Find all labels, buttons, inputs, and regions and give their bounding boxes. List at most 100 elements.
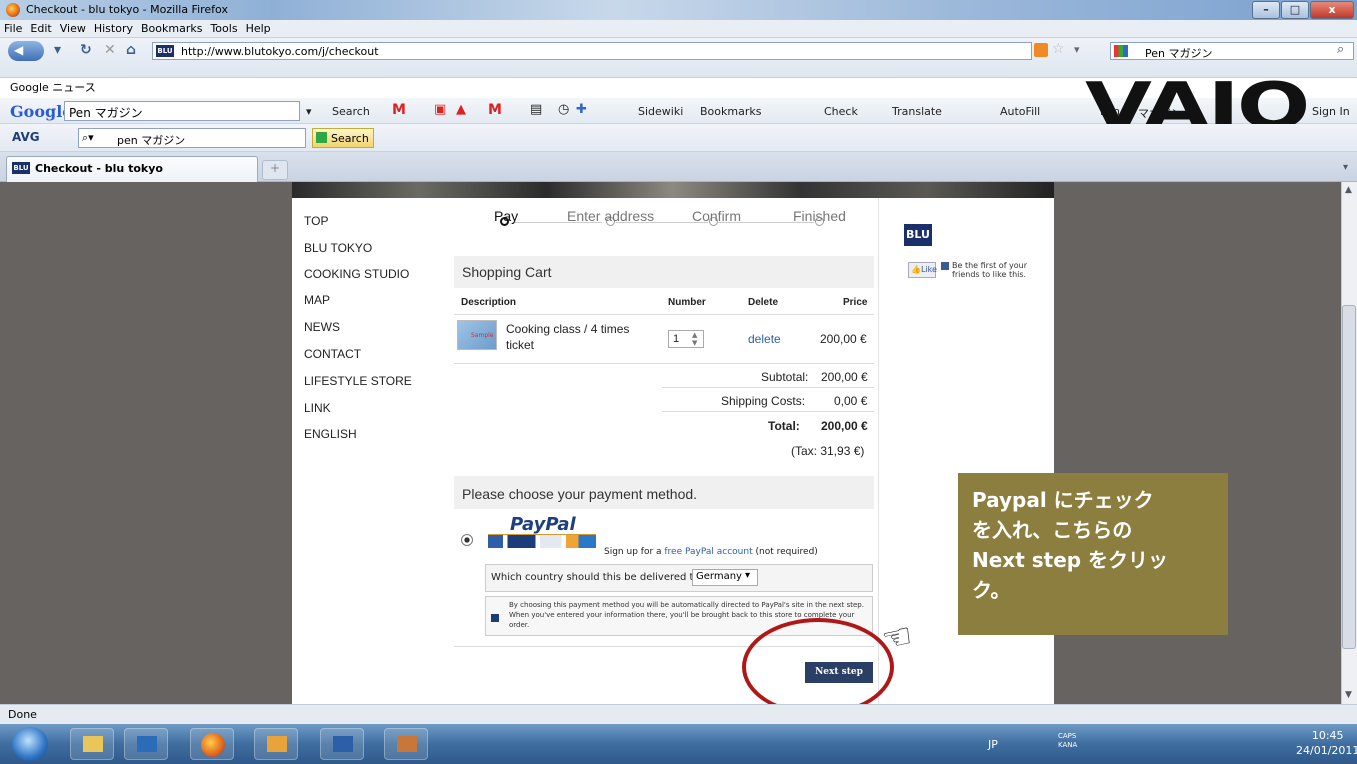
menu-edit[interactable]: Edit <box>26 20 55 35</box>
taskbar-explorer[interactable] <box>70 728 114 760</box>
autofill-button[interactable]: AutoFill <box>1000 105 1040 118</box>
tab-checkout[interactable]: Checkout - blu tokyo <box>6 156 258 182</box>
reload-icon[interactable]: ↻ <box>80 42 92 58</box>
nav-link[interactable]: LINK <box>304 401 331 415</box>
tab-list-icon[interactable]: ▾ <box>1343 162 1348 173</box>
search-input[interactable]: Pen マガジン <box>1110 42 1354 60</box>
firefox-taskbar-icon <box>201 733 225 757</box>
highlight-circle <box>742 618 894 716</box>
total-value: 200,00 € <box>821 419 868 433</box>
nav-english[interactable]: ENGLISH <box>304 427 357 441</box>
paypal-radio[interactable] <box>461 534 473 546</box>
total-label: Total: <box>768 419 800 433</box>
product-name-line2: ticket <box>506 338 535 352</box>
payment-cards-icon <box>488 534 596 548</box>
scrollbar-thumb[interactable] <box>1342 305 1356 649</box>
back-button[interactable]: ◀ <box>8 41 44 61</box>
gmail-icon[interactable]: M <box>392 102 406 118</box>
tray-caps-kana: CAPS KANA <box>1058 732 1078 749</box>
shipping-value: 0,00 € <box>834 394 868 408</box>
search-magnifier-icon[interactable]: ⌕ <box>1337 42 1344 57</box>
translate-button[interactable]: Translate <box>892 105 942 118</box>
thumbs-up-icon: 👍 <box>911 265 921 274</box>
taskbar-word[interactable] <box>320 728 364 760</box>
select-arrow-icon[interactable]: ▾ <box>745 570 750 581</box>
new-tab-button[interactable]: + <box>262 160 288 180</box>
menu-view[interactable]: View <box>56 20 90 35</box>
sidewiki-button[interactable]: Sidewiki <box>638 105 683 118</box>
menu-history[interactable]: History <box>90 20 137 35</box>
clock-icon[interactable]: ◷ <box>558 102 569 117</box>
subtotal-label: Subtotal: <box>761 370 809 384</box>
avg-search-input[interactable]: pen マガジン <box>78 128 306 148</box>
stop-icon[interactable]: ✕ <box>104 42 116 58</box>
rss-icon[interactable] <box>1034 43 1048 57</box>
taskbar-firefox[interactable] <box>190 728 234 760</box>
nav-top[interactable]: TOP <box>304 214 328 228</box>
step-finished: Finished <box>793 208 846 224</box>
search-engine-icon[interactable] <box>1114 45 1128 57</box>
product-name: Cooking class / 4 times <box>506 322 630 336</box>
nav-cooking-studio[interactable]: COOKING STUDIO <box>304 267 409 281</box>
dropdown-history-icon[interactable]: ▾ <box>54 42 61 58</box>
step-confirm: Confirm <box>692 208 742 224</box>
taskbar-media-player[interactable] <box>124 728 168 760</box>
taskbar-outlook[interactable] <box>254 728 298 760</box>
google-search-input[interactable]: Pen マガジン <box>64 101 300 121</box>
site-favicon: BLU <box>156 45 174 57</box>
youtube-icon[interactable]: ▣ <box>434 102 446 117</box>
paint-icon <box>397 736 417 752</box>
nav-lifestyle-store[interactable]: LIFESTYLE STORE <box>304 374 412 388</box>
cart-title: Shopping Cart <box>462 264 552 280</box>
info-icon <box>491 614 499 622</box>
window-title: Checkout - blu tokyo - Mozilla Firefox <box>26 3 228 16</box>
free-paypal-account-link[interactable]: free PayPal account <box>664 547 752 557</box>
sign-in-button[interactable]: Sign In <box>1312 105 1350 118</box>
scroll-down-icon[interactable]: ▼ <box>1345 690 1352 700</box>
stepper-arrows-icon[interactable]: ▲ ▼ <box>692 331 697 347</box>
calendar-icon[interactable]: ▤ <box>530 102 542 117</box>
close-button[interactable]: x <box>1310 1 1354 19</box>
quantity-stepper[interactable]: 1 <box>668 330 704 348</box>
nav-blu-tokyo[interactable]: BLU TOKYO <box>304 241 372 255</box>
start-button[interactable] <box>12 727 48 761</box>
avg-magnifier-icon[interactable]: ⌕▾ <box>82 131 94 145</box>
bookmark-dropdown-icon[interactable]: ▾ <box>1074 43 1080 56</box>
divider <box>454 363 874 364</box>
window-titlebar: Checkout - blu tokyo - Mozilla Firefox –… <box>0 0 1357 20</box>
delete-link[interactable]: delete <box>748 332 781 346</box>
scroll-up-icon[interactable]: ▲ <box>1345 185 1352 195</box>
check-button[interactable]: Check <box>824 105 858 118</box>
taskbar-paint[interactable] <box>384 728 428 760</box>
menu-help[interactable]: Help <box>242 20 275 35</box>
google-dropdown-icon[interactable]: ▾ <box>306 105 312 118</box>
star-icon[interactable]: ☆ <box>1052 41 1065 57</box>
col-price: Price <box>843 297 868 308</box>
maximize-button[interactable]: □ <box>1281 1 1309 19</box>
paypal-signup-text: Sign up for a free PayPal account (not r… <box>604 547 818 557</box>
menu-bookmarks[interactable]: Bookmarks <box>137 20 206 35</box>
url-input[interactable]: http://www.blutokyo.com/j/checkout <box>152 42 1032 60</box>
bookmark-google-news[interactable]: Google ニュース <box>10 79 96 95</box>
tray-language[interactable]: JP <box>988 738 998 751</box>
minimize-button[interactable]: – <box>1252 1 1280 19</box>
divider <box>662 387 874 388</box>
nav-contact[interactable]: CONTACT <box>304 347 361 361</box>
bookmarks-button[interactable]: Bookmarks <box>700 105 761 118</box>
menu-tools[interactable]: Tools <box>206 20 241 35</box>
step-pay: Pay <box>494 208 519 224</box>
home-icon[interactable]: ⌂ <box>126 42 136 58</box>
google-search-button[interactable]: Search <box>332 105 370 118</box>
plus-icon[interactable]: ✚ <box>576 102 587 117</box>
col-description: Description <box>461 297 517 308</box>
menu-file[interactable]: File <box>0 20 26 35</box>
tray-clock[interactable]: 10:45 24/01/2011 <box>1296 728 1357 758</box>
gmail-icon-2[interactable]: M <box>488 102 502 118</box>
nav-news[interactable]: NEWS <box>304 320 340 334</box>
up-arrow-icon[interactable]: ▲ <box>456 102 466 117</box>
product-thumbnail: Sample <box>457 320 497 350</box>
nav-map[interactable]: MAP <box>304 293 330 307</box>
payment-title: Please choose your payment method. <box>462 486 698 502</box>
subtotal-value: 200,00 € <box>821 370 868 384</box>
media-icon <box>137 736 157 752</box>
